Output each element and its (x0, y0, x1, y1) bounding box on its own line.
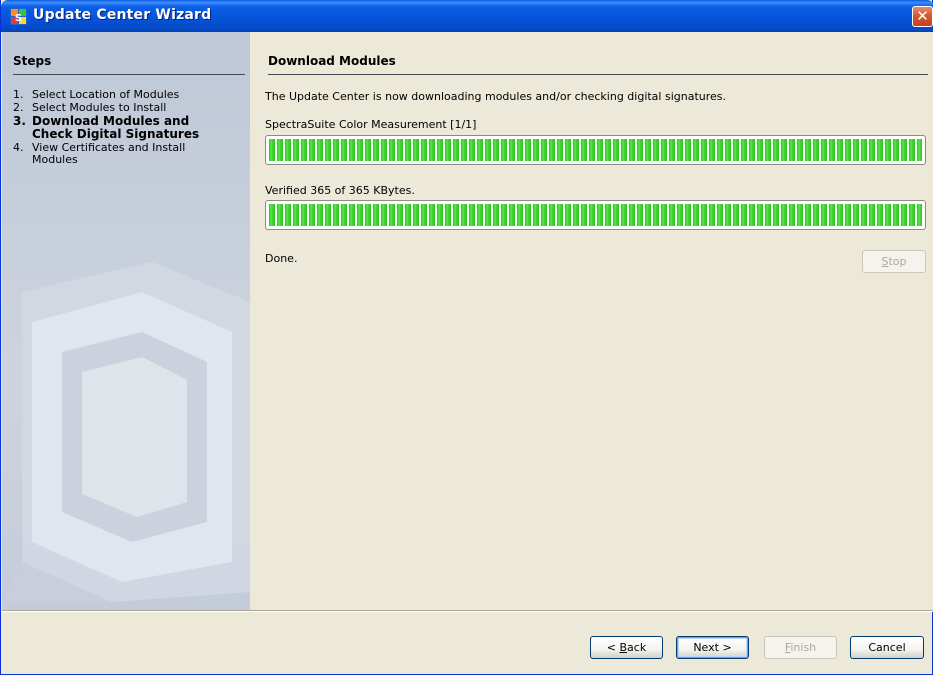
module-progress-fill (269, 139, 922, 161)
stop-label: top (888, 255, 907, 268)
verify-progress-label: Verified 365 of 365 KBytes. (265, 184, 415, 197)
finish-button[interactable]: Finish (764, 636, 837, 659)
step-label: View Certificates and Install Modules (32, 141, 186, 166)
stop-button[interactable]: Stop (862, 250, 926, 273)
module-progress-label: SpectraSuite Color Measurement [1/1] (265, 118, 477, 131)
svg-text:S: S (15, 13, 22, 24)
spectrasuite-icon: S (10, 8, 27, 25)
step-label: Download Modules and Check Digital Signa… (32, 114, 200, 141)
step-number: 3. (13, 114, 26, 128)
description-text: The Update Center is now downloading mod… (265, 90, 727, 103)
step-number: 1. (13, 88, 24, 101)
step-number: 2. (13, 101, 24, 114)
footer-divider (2, 610, 933, 612)
steps-divider (13, 74, 245, 75)
status-text: Done. (265, 252, 298, 265)
back-prefix: < (606, 641, 620, 654)
page-title: Download Modules (268, 54, 396, 68)
steps-heading: Steps (13, 54, 52, 68)
title-divider (268, 74, 928, 75)
verify-progress-fill (269, 204, 922, 226)
verify-progress-bar (265, 200, 926, 230)
close-button[interactable]: ✕ (912, 6, 933, 27)
close-icon: ✕ (916, 7, 929, 25)
cancel-button[interactable]: Cancel (850, 636, 924, 659)
step-label: Select Modules to Install (32, 101, 167, 114)
next-button[interactable]: Next > (676, 636, 749, 659)
step-number: 4. (13, 141, 24, 154)
main-panel: Download Modules The Update Center is no… (250, 32, 933, 610)
module-progress-bar (265, 135, 926, 165)
decorative-cube-graphic (2, 262, 250, 602)
finish-label: inish (790, 641, 817, 654)
window-title: Update Center Wizard (33, 7, 212, 23)
back-button[interactable]: < Back (590, 636, 663, 659)
next-label: Next > (693, 641, 732, 654)
step-label: Select Location of Modules (32, 88, 180, 101)
title-bar[interactable]: S Update Center Wizard ✕ (1, 0, 933, 32)
wizard-window: S Update Center Wizard ✕ Steps 1. Select… (0, 0, 933, 675)
back-label: ack (627, 641, 647, 654)
cancel-label: Cancel (868, 641, 906, 654)
steps-panel: Steps 1. Select Location of Modules 2. S… (2, 32, 250, 610)
back-mnemonic: B (619, 641, 628, 654)
